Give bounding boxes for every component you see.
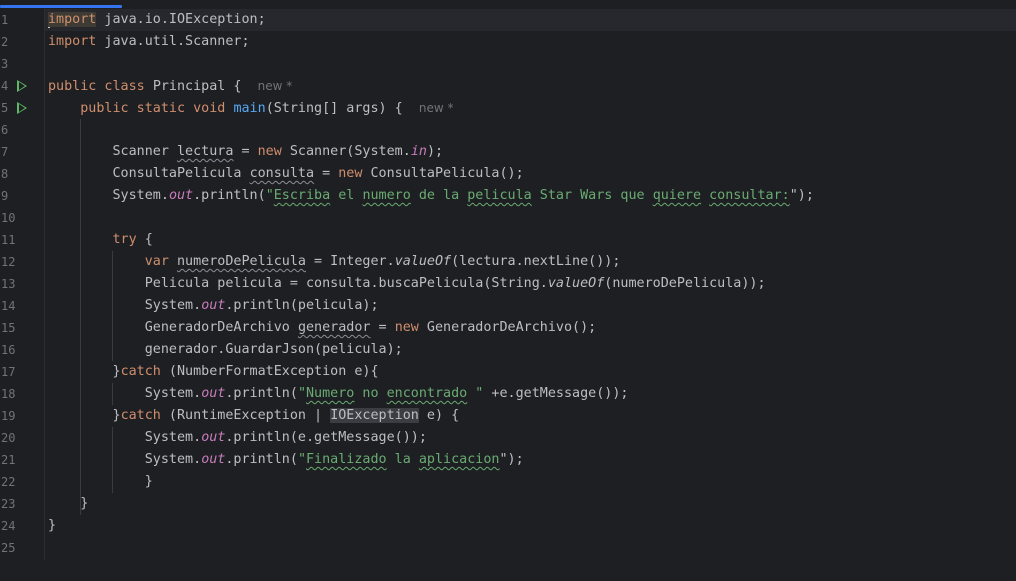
editor-tab-bar [0,0,1016,9]
line-number: 21 [1,453,16,467]
code-line[interactable]: System.out.println("Numero no encontrado… [45,383,1016,405]
code-line[interactable]: } [45,471,1016,493]
line-number: 3 [1,57,9,71]
author-hint[interactable]: new * [258,79,293,93]
line-number: 11 [1,233,16,247]
line-number: 5 [1,101,9,115]
line-number: 15 [1,321,16,335]
line-number: 25 [1,541,16,555]
code-line[interactable]: }catch (RuntimeException | IOException e… [45,405,1016,427]
code-line[interactable]: ConsultaPelicula consulta = new Consulta… [45,163,1016,185]
highlighted-identifier[interactable]: IOException [330,408,419,423]
code-line[interactable]: public class Principal { new * [45,75,1016,97]
code-line[interactable]: public static void main(String[] args) {… [45,97,1016,119]
line-number: 13 [1,277,16,291]
line-number: 14 [1,299,16,313]
line-number: 2 [1,35,9,49]
code-line[interactable]: try { [45,229,1016,251]
line-number: 20 [1,431,16,445]
line-number: 9 [1,189,9,203]
author-hint[interactable]: new * [419,101,454,115]
line-number: 24 [1,519,16,533]
line-number: 6 [1,123,9,137]
code-line[interactable]: } [45,493,1016,515]
line-number-gutter[interactable]: 1 2 3 4 5 6 7 8 9 10 11 12 13 14 15 16 1… [0,9,44,560]
line-number: 18 [1,387,16,401]
code-line[interactable]: import java.util.Scanner; [45,31,1016,53]
code-line[interactable]: System.out.println(e.getMessage()); [45,427,1016,449]
line-number: 1 [1,13,9,27]
line-number: 12 [1,255,16,269]
run-main-icon[interactable] [17,102,27,114]
code-line[interactable]: generador.GuardarJson(pelicula); [45,339,1016,361]
line-number: 4 [1,79,9,93]
code-editor[interactable]: import java.io.IOException; import java.… [45,9,1016,560]
code-line[interactable]: Pelicula pelicula = consulta.buscaPelicu… [45,273,1016,295]
code-line[interactable]: System.out.println("Escriba el numero de… [45,185,1016,207]
code-line[interactable]: Scanner lectura = new Scanner(System.in)… [45,141,1016,163]
code-line[interactable]: System.out.println(pelicula); [45,295,1016,317]
code-line[interactable]: System.out.println("Finalizado la aplica… [45,449,1016,471]
code-line[interactable]: import java.io.IOException; [45,9,1016,31]
code-line[interactable]: var numeroDePelicula = Integer.valueOf(l… [45,251,1016,273]
active-tab-indicator [0,5,122,8]
line-number: 19 [1,409,16,423]
code-line[interactable]: GeneradorDeArchivo generador = new Gener… [45,317,1016,339]
line-number: 10 [1,211,16,225]
line-number: 22 [1,475,16,489]
code-line[interactable]: }catch (NumberFormatException e){ [45,361,1016,383]
line-number: 17 [1,365,16,379]
line-number: 23 [1,497,16,511]
line-number: 16 [1,343,16,357]
line-number: 7 [1,145,9,159]
line-number: 8 [1,167,9,181]
run-class-icon[interactable] [17,80,27,92]
code-line[interactable]: } [45,515,1016,537]
